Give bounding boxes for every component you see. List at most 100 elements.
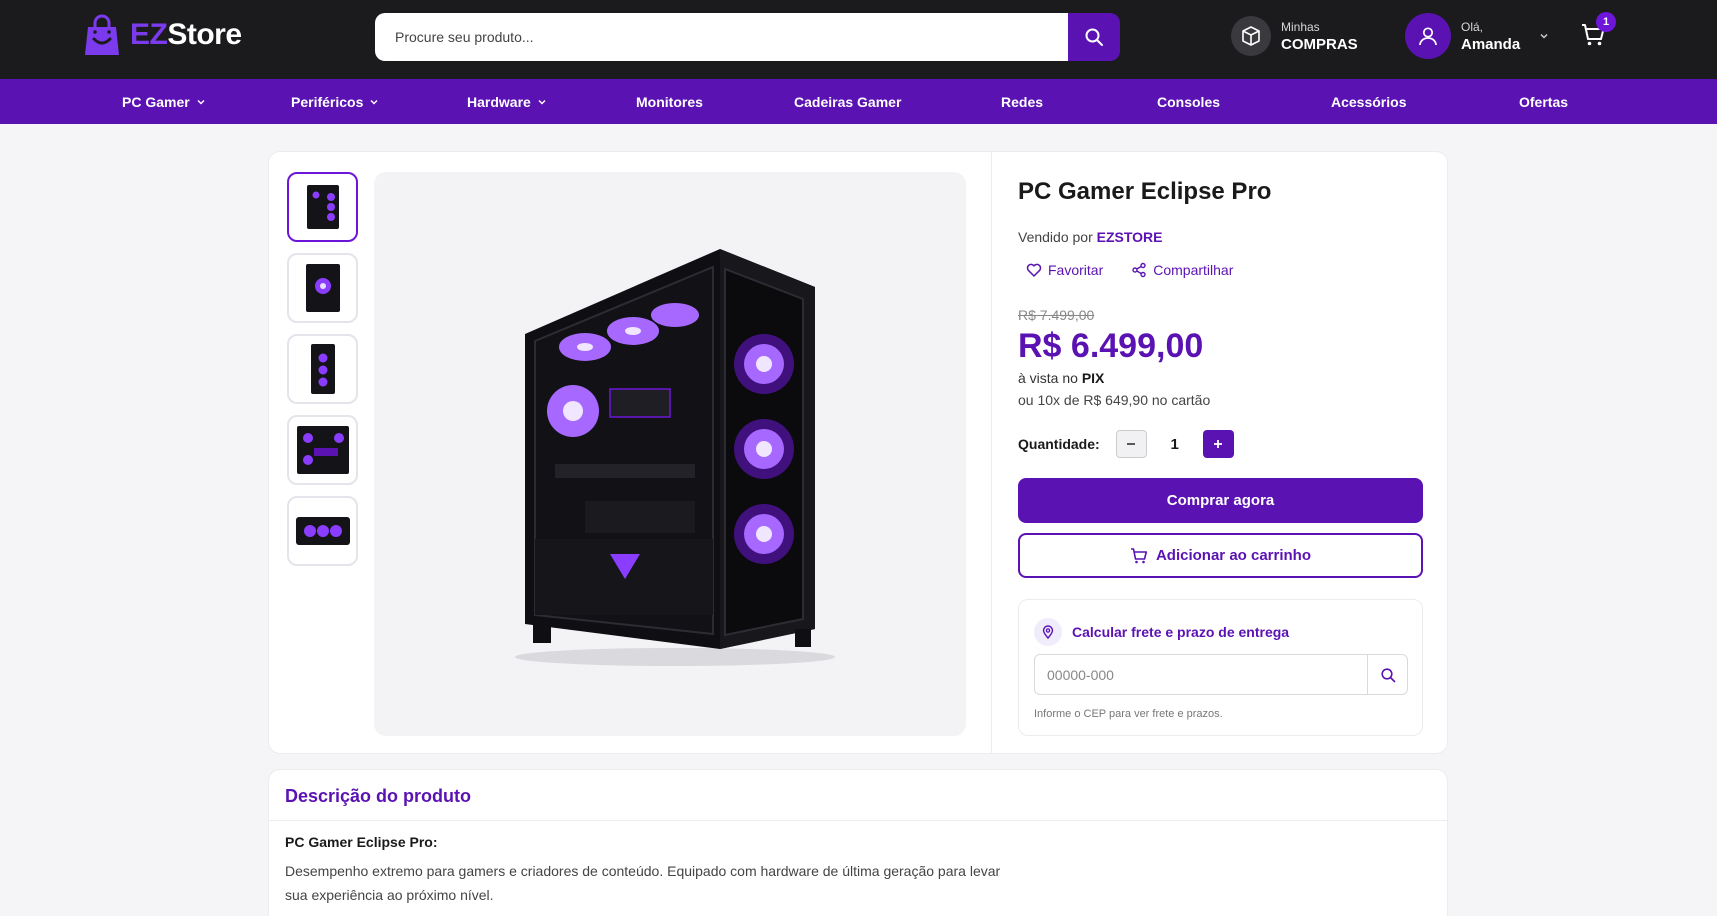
add-to-cart-label: Adicionar ao carrinho xyxy=(1155,547,1312,564)
user-menu[interactable]: Olá, Amanda xyxy=(1405,13,1550,59)
nav-item-acessorios[interactable]: Acessórios xyxy=(1331,79,1406,124)
nav-item-pc-gamer[interactable]: PC Gamer xyxy=(122,79,206,124)
description-divider xyxy=(269,820,1447,821)
card-divider xyxy=(991,152,992,753)
nav-label: Acessórios xyxy=(1331,93,1407,110)
chevron-down-icon xyxy=(370,99,378,104)
cep-input[interactable] xyxy=(1035,655,1367,694)
cart-button[interactable]: 1 xyxy=(1580,12,1616,53)
pc-case-fans-thumb-icon xyxy=(310,344,335,394)
user-name: Amanda xyxy=(1461,35,1521,53)
user-text: Olá, Amanda xyxy=(1461,20,1520,53)
product-actions: Favoritar Compartilhar xyxy=(1026,262,1233,278)
nav-item-consoles[interactable]: Consoles xyxy=(1157,79,1220,124)
product-description: Descrição do produto PC Gamer Eclipse Pr… xyxy=(268,769,1448,916)
minus-icon xyxy=(1127,443,1136,445)
thumbnail-1[interactable] xyxy=(287,172,358,242)
cep-field-group xyxy=(1034,654,1408,695)
location-pin-icon xyxy=(1034,618,1062,646)
sold-by: Vendido por EZSTORE xyxy=(1018,229,1163,245)
cart-icon xyxy=(1130,547,1148,563)
orders-text: Minhas COMPRAS xyxy=(1281,20,1358,53)
package-icon xyxy=(1231,16,1271,56)
old-price: R$ 7.499,00 xyxy=(1018,307,1095,323)
nav-label: Hardware xyxy=(467,93,531,110)
chevron-down-icon xyxy=(197,99,205,104)
pix-label: PIX xyxy=(1081,370,1105,386)
logo-wordmark: EZStore xyxy=(130,18,242,52)
pc-case-side-thumb-icon xyxy=(305,264,340,312)
nav-item-cadeiras-gamer[interactable]: Cadeiras Gamer xyxy=(794,79,901,124)
nav-item-hardware[interactable]: Hardware xyxy=(467,79,547,124)
favorite-label: Favoritar xyxy=(1048,262,1104,278)
thumbnail-3[interactable] xyxy=(287,334,358,404)
quantity-label: Quantidade: xyxy=(1018,436,1100,452)
seller-link[interactable]: EZSTORE xyxy=(1097,229,1163,245)
chevron-down-icon xyxy=(1540,33,1548,39)
product-main-image[interactable] xyxy=(374,172,966,736)
cep-search-button[interactable] xyxy=(1367,655,1407,694)
nav-item-redes[interactable]: Redes xyxy=(1001,79,1043,124)
nav-label: Monitores xyxy=(636,93,703,110)
pix-note: à vista no PIX xyxy=(1018,370,1104,386)
freight-header: Calcular frete e prazo de entrega xyxy=(1034,618,1289,646)
logo-ez: EZ xyxy=(130,18,168,51)
pix-prefix: à vista no xyxy=(1018,370,1078,386)
description-subtitle: PC Gamer Eclipse Pro: xyxy=(285,834,438,850)
store-logo[interactable]: EZStore xyxy=(82,13,242,57)
cart-count-badge: 1 xyxy=(1596,12,1616,32)
orders-small-label: Minhas xyxy=(1281,19,1320,34)
quantity-stepper: Quantidade: 1 xyxy=(1018,430,1234,458)
search-icon xyxy=(1085,28,1103,46)
thumbnail-5[interactable] xyxy=(287,496,358,566)
add-to-cart-button[interactable]: Adicionar ao carrinho xyxy=(1018,533,1423,578)
search-input[interactable] xyxy=(375,13,1068,61)
quantity-decrease-button[interactable] xyxy=(1115,430,1147,458)
description-text: Desempenho extremo para gamers e criador… xyxy=(285,863,1001,903)
pc-top-thumb-icon xyxy=(295,517,350,545)
current-price: R$ 6.499,00 xyxy=(1018,327,1204,365)
plus-icon xyxy=(1214,440,1223,448)
shopping-bag-logo-icon xyxy=(85,14,119,55)
nav-item-perifericos[interactable]: Periféricos xyxy=(291,79,379,124)
nav-label: Periféricos xyxy=(291,93,364,110)
nav-label: Ofertas xyxy=(1519,93,1569,110)
buy-now-button[interactable]: Comprar agora xyxy=(1018,478,1423,523)
pc-case-front-thumb-icon xyxy=(306,185,339,229)
thumbnail-4[interactable] xyxy=(287,415,358,485)
nav-label: Cadeiras Gamer xyxy=(794,93,902,110)
quantity-increase-button[interactable] xyxy=(1202,430,1234,458)
my-orders-link[interactable]: Minhas COMPRAS xyxy=(1231,16,1358,56)
user-greeting: Olá, xyxy=(1461,19,1484,34)
share-icon xyxy=(1132,262,1146,278)
description-title: Descrição do produto xyxy=(285,786,472,806)
thumbnail-gallery xyxy=(287,172,358,566)
freight-title: Calcular frete e prazo de entrega xyxy=(1072,624,1290,640)
nav-label: Consoles xyxy=(1157,93,1221,110)
heart-icon xyxy=(1026,263,1042,277)
freight-calculator: Calcular frete e prazo de entrega Inform… xyxy=(1018,599,1423,736)
share-label: Compartilhar xyxy=(1153,262,1234,278)
nav-item-monitores[interactable]: Monitores xyxy=(636,79,703,124)
favorite-button[interactable]: Favoritar xyxy=(1026,262,1103,278)
sold-by-prefix: Vendido por xyxy=(1018,229,1093,245)
logo-store: Store xyxy=(167,18,242,51)
search-bar xyxy=(375,13,1120,61)
quantity-value[interactable]: 1 xyxy=(1147,436,1203,453)
search-icon xyxy=(1380,667,1395,682)
chevron-down-icon xyxy=(538,99,546,104)
orders-big-label: COMPRAS xyxy=(1281,35,1358,53)
nav-item-ofertas[interactable]: Ofertas xyxy=(1519,79,1568,124)
installments: ou 10x de R$ 649,90 no cartão xyxy=(1018,392,1211,408)
share-button[interactable]: Compartilhar xyxy=(1131,262,1233,278)
category-nav: PC Gamer Periféricos Hardware Monitores … xyxy=(0,79,1717,124)
cep-hint: Informe o CEP para ver frete e prazos. xyxy=(1034,708,1223,720)
thumbnail-2[interactable] xyxy=(287,253,358,323)
product-title: PC Gamer Eclipse Pro xyxy=(1018,178,1272,205)
search-button[interactable] xyxy=(1068,13,1120,61)
nav-label: Redes xyxy=(1001,93,1044,110)
user-avatar-icon xyxy=(1405,13,1451,59)
pc-interior-thumb-icon xyxy=(296,426,349,474)
nav-label: PC Gamer xyxy=(122,93,190,110)
product-card: PC Gamer Eclipse Pro Vendido por EZSTORE… xyxy=(268,151,1448,754)
